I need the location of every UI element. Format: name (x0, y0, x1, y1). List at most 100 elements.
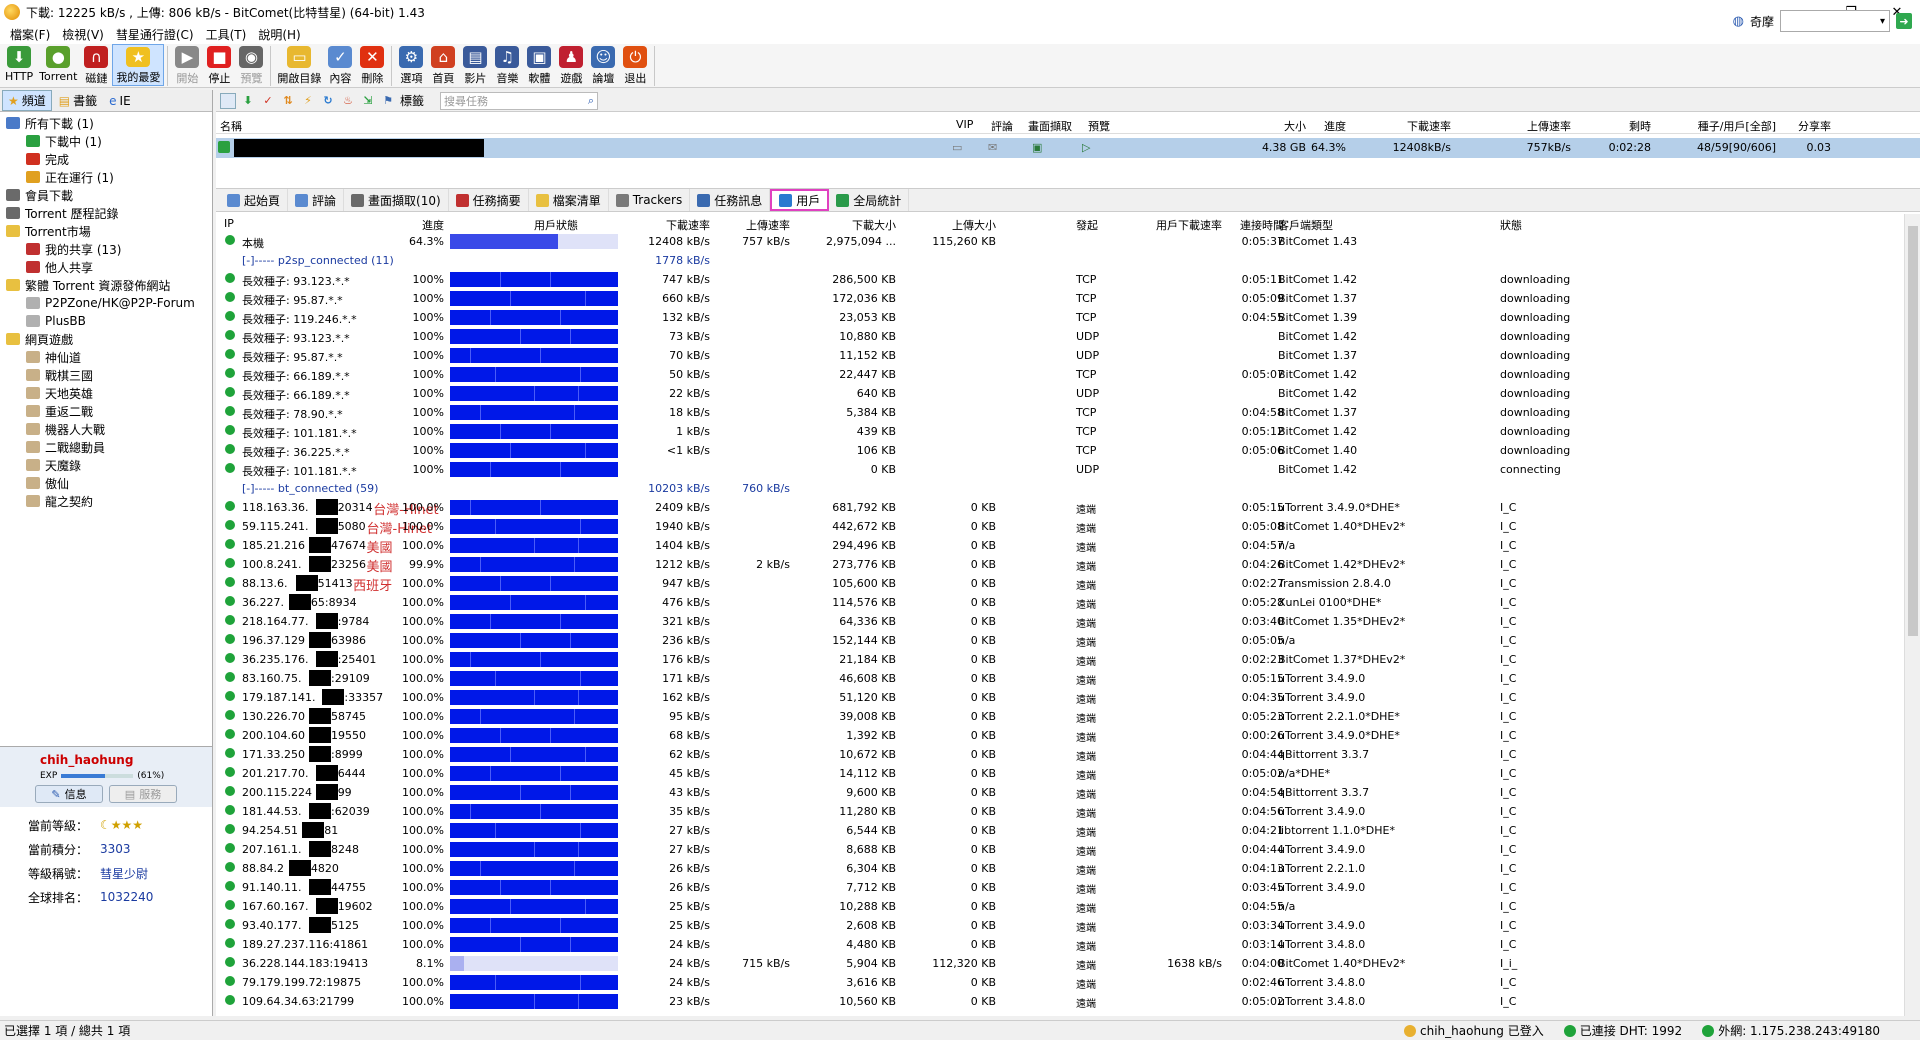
toolbar-button-6[interactable]: ◉ 預覽 (235, 44, 267, 86)
table-row[interactable]: 94.254.51 81 100.0% 27 kB/s 6,544 KB 0 KB 遠端 0:… (216, 821, 1904, 840)
table-row[interactable]: 36.227. 65:8934 100.0% 476 kB/s 114,576 KB 0 … (216, 593, 1904, 612)
username[interactable]: chih_haohung (40, 753, 172, 767)
tree-item[interactable]: 神仙道 (0, 348, 212, 366)
tree-item[interactable]: Torrent 歷程記錄 (0, 204, 212, 222)
table-row[interactable]: 長效種子: 66.189.*.* 100% 22 kB/s 640 KB UDP BitC… (216, 384, 1904, 403)
peer-header-11[interactable]: 狀態 (1500, 217, 1522, 233)
tree-item[interactable]: 下載中 (1) (0, 132, 212, 150)
table-row[interactable]: 長效種子: 66.189.*.* 100% 50 kB/s 22,447 KB TCP 0… (216, 365, 1904, 384)
table-row[interactable]: 長效種子: 101.181.*.* 100% 1 kB/s 439 KB TCP 0:05… (216, 422, 1904, 441)
detail-tab-4[interactable]: 檔案清單 (529, 189, 609, 211)
tree-item[interactable]: 機器人大戰 (0, 420, 212, 438)
task-header-2[interactable]: 評論 (991, 118, 1013, 134)
detail-tab-6[interactable]: 任務訊息 (690, 189, 771, 211)
menu-item-3[interactable]: 工具(T) (200, 26, 253, 43)
fire-icon[interactable]: ♨ (340, 93, 356, 109)
toolbar-button-7[interactable]: ▭ 開啟目錄 (274, 44, 324, 86)
left-tab-2[interactable]: e IE (104, 93, 136, 109)
table-row[interactable]: 91.140.11. 44755 100.0% 26 kB/s 7,712 KB 0 KB… (216, 878, 1904, 897)
table-row[interactable]: 167.60.167. 19602 100.0% 25 kB/s 10,288 KB 0 … (216, 897, 1904, 916)
peer-header-2[interactable]: 用戶狀態 (478, 217, 578, 233)
toolbar-button-10[interactable]: ⚙ 選項 (395, 44, 427, 86)
table-row[interactable]: 93.40.177. 5125 100.0% 25 kB/s 2,608 KB 0 KB 遠… (216, 916, 1904, 935)
toolbar-button-9[interactable]: ✕ 刪除 (356, 44, 388, 86)
tree-item[interactable]: 重返二戰 (0, 402, 212, 420)
table-row[interactable]: 196.37.129 63986 100.0% 236 kB/s 152,144 KB 0… (216, 631, 1904, 650)
refresh-icon[interactable]: ↻ (320, 93, 336, 109)
toolbar-button-14[interactable]: ▣ 軟體 (523, 44, 555, 86)
search-combo[interactable]: ▾ (1780, 10, 1890, 32)
tree-item[interactable]: Torrent市場 (0, 222, 212, 240)
toolbar-button-5[interactable]: ■ 停止 (203, 44, 235, 86)
toolbar-button-17[interactable]: ⏻ 退出 (619, 44, 651, 86)
menu-item-2[interactable]: 彗星通行證(C) (110, 26, 200, 43)
tree-item[interactable]: PlusBB (0, 312, 212, 330)
tree-item[interactable]: 天魔錄 (0, 456, 212, 474)
chevron-down-icon[interactable]: ▾ (1880, 16, 1885, 27)
scrollbar-thumb[interactable] (1908, 226, 1918, 636)
tree-item[interactable]: 龍之契約 (0, 492, 212, 510)
detail-tab-7[interactable]: 用戶 (770, 189, 830, 211)
peer-header-9[interactable]: 連接時間 (1226, 217, 1284, 233)
table-row[interactable]: 長效種子: 78.90.*.* 100% 18 kB/s 5,384 KB TCP 0:0… (216, 403, 1904, 422)
table-row[interactable]: 185.21.216 47674 美國 100.0% 1404 kB/s 294,496 … (216, 536, 1904, 556)
table-row[interactable]: 118.163.36. 20314 台灣-Hinet 100.0% 2409 kB/s 6… (216, 498, 1904, 518)
info-button[interactable]: ✎ 信息 (35, 785, 103, 803)
table-row[interactable]: 88.84.2 4820 100.0% 26 kB/s 6,304 KB 0 KB 遠端 0:… (216, 859, 1904, 878)
task-header-1[interactable]: VIP (956, 118, 973, 131)
table-row[interactable]: 長效種子: 93.123.*.* 100% 73 kB/s 10,880 KB UDP B… (216, 327, 1904, 346)
peer-header-0[interactable]: IP (224, 217, 234, 230)
tree-item[interactable]: 網頁遊戲 (0, 330, 212, 348)
table-row[interactable]: 181.44.53.:62039 100.0% 35 kB/s 11,280 KB 0 … (216, 802, 1904, 821)
table-row[interactable]: 長效種子: 119.246.*.* 100% 132 kB/s 23,053 KB TC… (216, 308, 1904, 327)
toolbar-button-4[interactable]: ▶ 開始 (171, 44, 203, 86)
tree-item[interactable]: 會員下載 (0, 186, 212, 204)
peer-group-row[interactable]: [-]----- bt_connected (59) 10203 kB/s 760 … (216, 479, 1904, 498)
blank-page-icon[interactable] (220, 92, 236, 109)
download-arrow-icon[interactable]: ⬇ (240, 93, 256, 109)
import-icon[interactable]: ⇲ (360, 93, 376, 109)
tag-icon[interactable]: ⚑ (380, 93, 396, 109)
tree-item[interactable]: 天地英雄 (0, 384, 212, 402)
table-row[interactable]: 長效種子: 36.225.*.* 100% <1 kB/s 106 KB TCP 0:05… (216, 441, 1904, 460)
detail-tab-5[interactable]: Trackers (609, 189, 691, 211)
peer-header-8[interactable]: 用戶下載速率 (1136, 217, 1222, 233)
toolbar-button-8[interactable]: ✓ 內容 (324, 44, 356, 86)
flash-icon[interactable]: ⚡ (300, 93, 316, 109)
check-icon[interactable]: ✓ (260, 93, 276, 109)
table-row[interactable]: 179.187.141.:33357 100.0% 162 kB/s 51,120 K… (216, 688, 1904, 707)
table-row[interactable]: 218.164.77.:9784 100.0% 321 kB/s 64,336 KB 0… (216, 612, 1904, 631)
detail-tab-0[interactable]: 起始頁 (220, 189, 289, 211)
table-row[interactable]: 83.160.75.:29109 100.0% 171 kB/s 46,608 KB 0… (216, 669, 1904, 688)
task-header-4[interactable]: 預覽 (1088, 118, 1110, 134)
detail-tab-1[interactable]: 評論 (288, 189, 345, 211)
detail-tab-8[interactable]: 全局統計 (829, 189, 910, 211)
tree-item[interactable]: 繁體 Torrent 資源發佈網站 (0, 276, 212, 294)
task-row[interactable]: ▭ ✉ ▣ ▷ 4.38 GB 64.3% 12408kB/s 757kB/s 0:02… (216, 138, 1920, 158)
table-row[interactable]: 201.217.70. 6444 100.0% 45 kB/s 14,112 KB 0 K… (216, 764, 1904, 783)
table-row[interactable]: 200.104.60 19550 100.0% 68 kB/s 1,392 KB 0 KB… (216, 726, 1904, 745)
table-row[interactable]: 59.115.241. 5080 台灣-Hinet 100.0% 1940 kB/s 44… (216, 517, 1904, 537)
peer-header-10[interactable]: 客戶端類型 (1278, 217, 1333, 233)
peer-header-1[interactable]: 進度 (364, 217, 444, 233)
task-header-10[interactable]: 種子/用戶[全部] (1661, 118, 1776, 134)
table-row[interactable]: 本機 64.3% 12408 kB/s 757 kB/s 2,975,094 ... 11… (216, 232, 1904, 251)
peer-header-4[interactable]: 上傳速率 (716, 217, 790, 233)
table-row[interactable]: 171.33.250:8999 100.0% 62 kB/s 10,672 KB 0 K… (216, 745, 1904, 764)
toolbar-button-15[interactable]: ♟ 遊戲 (555, 44, 587, 86)
tree-item[interactable]: P2PZone/HK@P2P-Forum (0, 294, 212, 312)
task-header-3[interactable]: 畫面擷取 (1028, 118, 1072, 134)
tag-label[interactable]: 標籤 (400, 92, 424, 109)
peer-header-5[interactable]: 下載大小 (796, 217, 896, 233)
detail-tab-2[interactable]: 畫面擷取(10) (344, 189, 449, 211)
tree-item[interactable]: 完成 (0, 150, 212, 168)
menu-item-1[interactable]: 檢視(V) (56, 26, 110, 43)
table-row[interactable]: 189.27.237.116:41861 100.0% 24 kB/s 4,480 K… (216, 935, 1904, 954)
task-header-11[interactable]: 分享率 (1776, 118, 1831, 134)
peer-group-row[interactable]: [-]----- p2sp_connected (11) 1778 kB/s (216, 251, 1904, 270)
table-row[interactable]: 207.161.1. 8248 100.0% 27 kB/s 8,688 KB 0 KB 遠… (216, 840, 1904, 859)
peer-header-6[interactable]: 上傳大小 (896, 217, 996, 233)
tree-item[interactable]: 所有下載 (1) (0, 114, 212, 132)
tree-item[interactable]: 傲仙 (0, 474, 212, 492)
task-header-7[interactable]: 下載速率 (1341, 118, 1451, 134)
